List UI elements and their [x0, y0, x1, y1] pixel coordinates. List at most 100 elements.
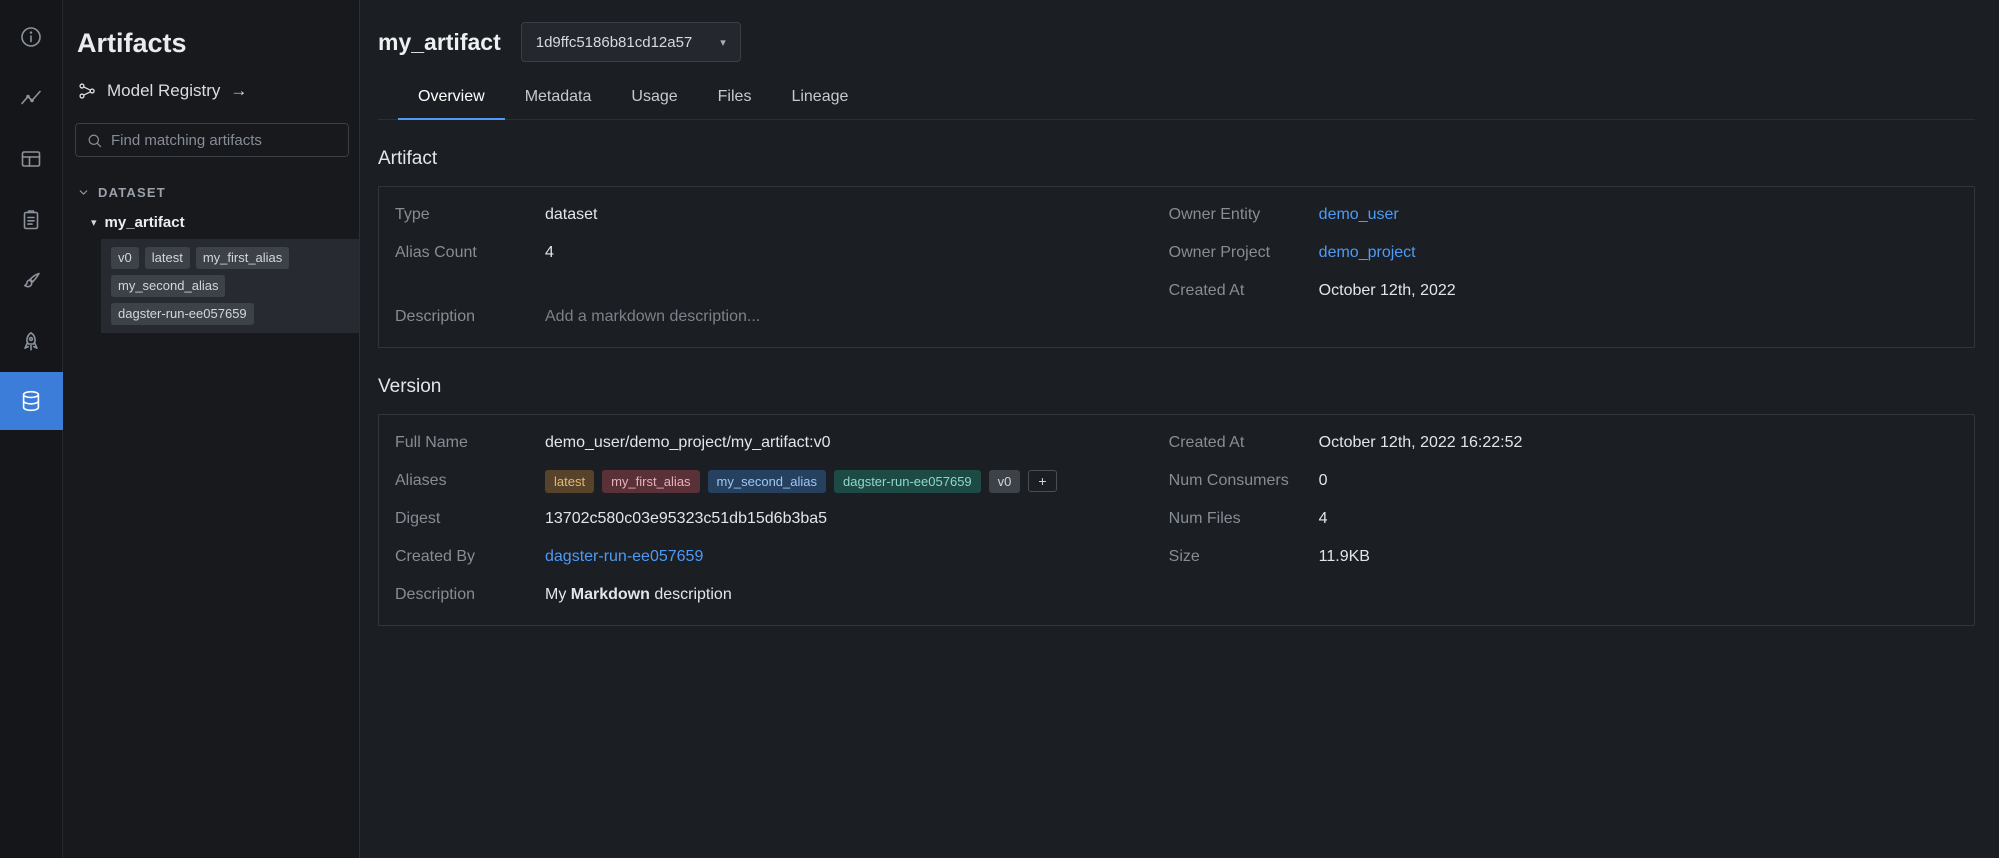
search-input[interactable] [111, 132, 338, 149]
owner-project-link[interactable]: demo_project [1319, 241, 1416, 265]
field-row-version-description: Description My Markdown description [395, 583, 1169, 607]
artifact-section: Artifact Type dataset Alias Count 4 Desc… [378, 148, 1975, 348]
alias-chip-v0[interactable]: v0 [989, 470, 1021, 493]
artifact-main: my_artifact 1d9ffc5186b81cd12a57 ▾ Overv… [360, 0, 1999, 858]
description-text: My [545, 586, 571, 603]
version-section: Version Full Name demo_user/demo_project… [378, 376, 1975, 626]
version-panel: Full Name demo_user/demo_project/my_arti… [378, 414, 1975, 626]
model-registry-icon [77, 81, 97, 101]
tree-group-dataset[interactable]: DATASET [77, 185, 349, 200]
field-value: 11.9KB [1319, 545, 1370, 569]
sidebar-title: Artifacts [77, 28, 349, 59]
version-panel-right: Created At October 12th, 2022 16:22:52 N… [1169, 431, 1958, 609]
alias-chip-dagster-run[interactable]: dagster-run-ee057659 [834, 470, 981, 493]
description-placeholder[interactable]: Add a markdown description... [545, 305, 760, 329]
field-label: Aliases [395, 469, 545, 493]
field-value: demo_user/demo_project/my_artifact:v0 [545, 431, 830, 455]
field-row-full-name: Full Name demo_user/demo_project/my_arti… [395, 431, 1169, 455]
digest-value: 13702c580c03e95323c51db15d6b3ba5 [545, 507, 827, 531]
tab-usage[interactable]: Usage [611, 80, 697, 120]
alias-chip-list: latest my_first_alias my_second_alias da… [545, 469, 1057, 493]
field-value: dataset [545, 203, 597, 227]
artifact-header: my_artifact 1d9ffc5186b81cd12a57 ▾ [378, 22, 1975, 62]
field-label: Created By [395, 545, 545, 569]
field-value: 4 [1319, 507, 1328, 531]
version-tag: my_first_alias [196, 247, 289, 269]
nav-charts[interactable] [0, 67, 63, 128]
alias-chip-my-first-alias[interactable]: my_first_alias [602, 470, 699, 493]
version-tag: my_second_alias [111, 275, 225, 297]
nav-info[interactable] [0, 6, 63, 67]
field-label: Created At [1169, 279, 1319, 303]
nav-sweeps[interactable] [0, 250, 63, 311]
tab-lineage[interactable]: Lineage [771, 80, 868, 120]
field-label: Full Name [395, 431, 545, 455]
nav-reports[interactable] [0, 189, 63, 250]
field-row-alias-count: Alias Count 4 [395, 241, 1169, 265]
description-text: description [650, 586, 732, 603]
field-label: Num Consumers [1169, 469, 1319, 493]
field-row-num-files: Num Files 4 [1169, 507, 1958, 531]
created-by-link[interactable]: dagster-run-ee057659 [545, 545, 703, 569]
nav-launch[interactable] [0, 311, 63, 372]
model-registry-link[interactable]: Model Registry → [77, 81, 349, 101]
owner-entity-link[interactable]: demo_user [1319, 203, 1399, 227]
field-row-created-at: Created At October 12th, 2022 [1169, 279, 1958, 303]
tree-item-label: my_artifact [105, 214, 185, 231]
caret-down-icon: ▾ [720, 36, 726, 49]
field-row-description: Description Add a markdown description..… [395, 305, 1169, 329]
tree-version-selected[interactable]: v0 latest my_first_alias my_second_alias… [101, 239, 359, 333]
nav-artifacts[interactable] [0, 372, 63, 430]
database-icon [19, 389, 43, 413]
add-alias-button[interactable]: + [1028, 470, 1056, 492]
field-label: Owner Entity [1169, 203, 1319, 227]
model-registry-label: Model Registry [107, 81, 220, 101]
app-window: Artifacts Model Registry → DATASET [0, 0, 1999, 858]
brush-icon [19, 269, 43, 293]
field-value: 0 [1319, 469, 1328, 493]
alias-chip-latest[interactable]: latest [545, 470, 594, 493]
field-label: Description [395, 305, 545, 329]
tab-metadata[interactable]: Metadata [505, 80, 612, 120]
field-value: 4 [545, 241, 554, 265]
nav-tables[interactable] [0, 128, 63, 189]
left-icon-rail [0, 0, 63, 858]
field-label: Size [1169, 545, 1319, 569]
field-label: Type [395, 203, 545, 227]
line-chart-icon [19, 86, 43, 110]
rocket-icon [19, 330, 43, 354]
field-label: Digest [395, 507, 545, 531]
artifact-tree: DATASET ▾ my_artifact v0 latest my_first… [75, 185, 349, 333]
field-row-version-created-at: Created At October 12th, 2022 16:22:52 [1169, 431, 1958, 455]
tree-group-label: DATASET [98, 185, 166, 200]
version-tag: v0 [111, 247, 139, 269]
field-row-owner-project: Owner Project demo_project [1169, 241, 1958, 265]
field-row-size: Size 11.9KB [1169, 545, 1958, 569]
description-bold-text: Markdown [571, 586, 650, 603]
version-panel-left: Full Name demo_user/demo_project/my_arti… [395, 431, 1169, 609]
version-select-dropdown[interactable]: 1d9ffc5186b81cd12a57 ▾ [521, 22, 741, 62]
field-row-digest: Digest 13702c580c03e95323c51db15d6b3ba5 [395, 507, 1169, 531]
page-title: my_artifact [378, 29, 501, 56]
tab-overview[interactable]: Overview [398, 80, 505, 120]
version-description-value: My Markdown description [545, 583, 732, 607]
field-label: Num Files [1169, 507, 1319, 531]
tree-item-my-artifact[interactable]: ▾ my_artifact [91, 214, 349, 231]
tab-files[interactable]: Files [698, 80, 772, 120]
artifact-search-box[interactable] [75, 123, 349, 157]
field-label: Alias Count [395, 241, 545, 265]
artifact-panel-right: Owner Entity demo_user Owner Project dem… [1169, 203, 1958, 331]
field-label: Description [395, 583, 545, 607]
field-row-created-by: Created By dagster-run-ee057659 [395, 545, 1169, 569]
field-value: October 12th, 2022 16:22:52 [1319, 431, 1523, 455]
field-row-num-consumers: Num Consumers 0 [1169, 469, 1958, 493]
chevron-down-icon [77, 186, 90, 199]
artifacts-sidebar: Artifacts Model Registry → DATASET [63, 0, 360, 858]
version-tag: dagster-run-ee057659 [111, 303, 254, 325]
artifact-panel-left: Type dataset Alias Count 4 Description A… [395, 203, 1169, 331]
clipboard-icon [19, 208, 43, 232]
search-icon [86, 132, 103, 149]
artifact-panel: Type dataset Alias Count 4 Description A… [378, 186, 1975, 348]
tab-bar: Overview Metadata Usage Files Lineage [378, 80, 1975, 120]
alias-chip-my-second-alias[interactable]: my_second_alias [708, 470, 826, 493]
